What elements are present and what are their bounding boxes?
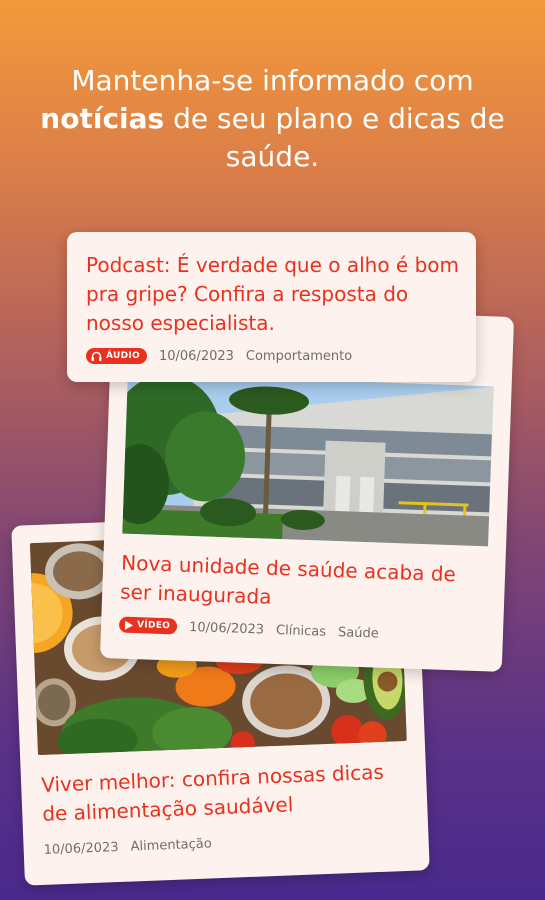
news-card-podcast[interactable]: Podcast: É verdade que o alho é bom pra … — [67, 232, 476, 382]
play-icon — [124, 620, 134, 630]
card-date: 10/06/2023 — [43, 840, 119, 858]
headline: Mantenha-se informado com notícias de se… — [40, 62, 505, 176]
badge-label: ÁUDIO — [106, 351, 140, 361]
card-tag: Saúde — [337, 624, 380, 642]
card-date: 10/06/2023 — [188, 619, 265, 638]
card-title[interactable]: Viver melhor: confira nossas dicas de al… — [41, 757, 413, 829]
audio-badge: ÁUDIO — [86, 348, 147, 364]
headline-part2: de seu plano e dicas de saúde. — [164, 102, 505, 173]
headline-bold: notícias — [40, 102, 165, 135]
card-meta: 10/06/2023 Alimentação — [43, 836, 224, 858]
video-badge: VÍDEO — [118, 616, 178, 635]
card-meta: VÍDEO 10/06/2023 Clínicas Saúde — [118, 616, 391, 642]
card-title[interactable]: Nova unidade de saúde acaba de ser inaug… — [120, 549, 482, 620]
building-image — [122, 373, 494, 547]
card-meta: ÁUDIO 10/06/2023 Comportamento — [86, 348, 364, 364]
card-tag: Comportamento — [245, 348, 353, 364]
card-title[interactable]: Podcast: É verdade que o alho é bom pra … — [86, 251, 466, 338]
headphones-icon — [91, 351, 102, 361]
badge-label: VÍDEO — [136, 620, 171, 632]
card-date: 10/06/2023 — [158, 348, 234, 364]
headline-part1: Mantenha-se informado com — [71, 64, 474, 97]
card-tag: Clínicas — [275, 622, 327, 640]
building-photo — [122, 373, 494, 547]
card-tag: Alimentação — [130, 836, 212, 855]
